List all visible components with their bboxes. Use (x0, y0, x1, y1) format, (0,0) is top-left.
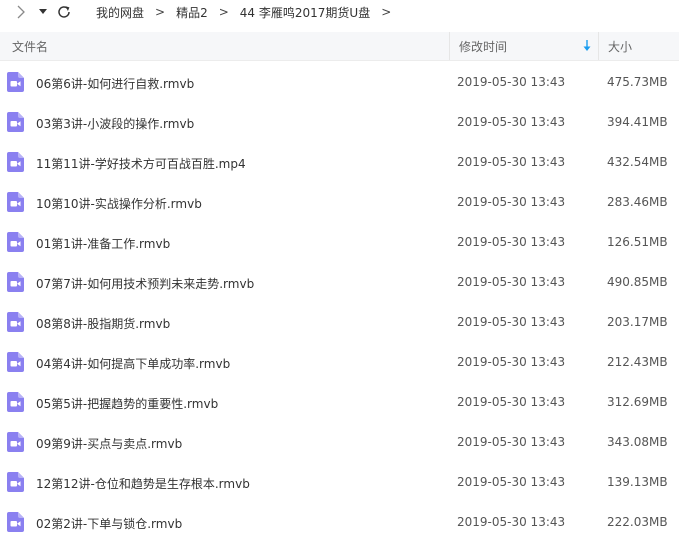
sort-down-arrow-icon[interactable] (582, 39, 592, 53)
breadcrumb-item-jingpin2[interactable]: 精品2 (176, 4, 208, 21)
file-row[interactable]: 12第12讲-仓位和趋势是生存根本.rmvb 2019-05-30 13:43 … (0, 463, 679, 503)
file-size: 343.08MB (607, 435, 668, 449)
toolbar: 我的网盘 > 精品2 > 44 李雁鸣2017期货U盘 > (0, 0, 679, 24)
file-size: 139.13MB (607, 475, 668, 489)
file-row[interactable]: 05第5讲-把握趋势的重要性.rmvb 2019-05-30 13:43 312… (0, 383, 679, 423)
refresh-button[interactable] (56, 3, 72, 21)
file-modified-time: 2019-05-30 13:43 (457, 75, 566, 89)
file-modified-time: 2019-05-30 13:43 (457, 395, 566, 409)
file-modified-time: 2019-05-30 13:43 (457, 275, 566, 289)
file-size: 394.41MB (607, 115, 668, 129)
file-size: 490.85MB (607, 275, 668, 289)
file-size: 312.69MB (607, 395, 668, 409)
file-size: 432.54MB (607, 155, 668, 169)
breadcrumb: 我的网盘 > 精品2 > 44 李雁鸣2017期货U盘 > (96, 4, 402, 20)
file-name[interactable]: 04第4讲-如何提高下单成功率.rmvb (36, 355, 230, 372)
video-file-icon (7, 152, 24, 172)
file-modified-time: 2019-05-30 13:43 (457, 515, 566, 529)
file-list: 06第6讲-如何进行自救.rmvb 2019-05-30 13:43 475.7… (0, 63, 679, 543)
file-size: 126.51MB (607, 235, 668, 249)
file-modified-time: 2019-05-30 13:43 (457, 115, 566, 129)
column-header-size[interactable]: 大小 (598, 32, 679, 60)
file-name[interactable]: 09第9讲-买点与卖点.rmvb (36, 435, 182, 452)
file-row[interactable]: 09第9讲-买点与卖点.rmvb 2019-05-30 13:43 343.08… (0, 423, 679, 463)
file-name[interactable]: 05第5讲-把握趋势的重要性.rmvb (36, 395, 218, 412)
column-header-modified[interactable]: 修改时间 (449, 32, 598, 60)
video-file-icon (7, 472, 24, 492)
file-row[interactable]: 08第8讲-股指期货.rmvb 2019-05-30 13:43 203.17M… (0, 303, 679, 343)
video-file-icon (7, 352, 24, 372)
file-row[interactable]: 01第1讲-准备工作.rmvb 2019-05-30 13:43 126.51M… (0, 223, 679, 263)
file-size: 203.17MB (607, 315, 668, 329)
file-name[interactable]: 11第11讲-学好技术方可百战百胜.mp4 (36, 155, 246, 172)
caret-down-icon (39, 9, 47, 14)
breadcrumb-separator: > (155, 5, 166, 19)
file-row[interactable]: 10第10讲-实战操作分析.rmvb 2019-05-30 13:43 283.… (0, 183, 679, 223)
file-list-header: 文件名 修改时间 大小 (0, 32, 679, 61)
file-name[interactable]: 03第3讲-小波段的操作.rmvb (36, 115, 194, 132)
file-modified-time: 2019-05-30 13:43 (457, 435, 566, 449)
breadcrumb-separator[interactable]: > (381, 5, 391, 19)
file-row[interactable]: 11第11讲-学好技术方可百战百胜.mp4 2019-05-30 13:43 4… (0, 143, 679, 183)
file-name[interactable]: 08第8讲-股指期货.rmvb (36, 315, 170, 332)
file-row[interactable]: 04第4讲-如何提高下单成功率.rmvb 2019-05-30 13:43 21… (0, 343, 679, 383)
file-name[interactable]: 02第2讲-下单与锁仓.rmvb (36, 515, 182, 532)
column-header-name[interactable]: 文件名 (12, 32, 442, 60)
video-file-icon (7, 192, 24, 212)
file-size: 212.43MB (607, 355, 668, 369)
file-modified-time: 2019-05-30 13:43 (457, 475, 566, 489)
file-name[interactable]: 06第6讲-如何进行自救.rmvb (36, 75, 194, 92)
file-name[interactable]: 01第1讲-准备工作.rmvb (36, 235, 170, 252)
forward-button[interactable] (14, 4, 28, 20)
file-row[interactable]: 07第7讲-如何用技术预判未来走势.rmvb 2019-05-30 13:43 … (0, 263, 679, 303)
file-name[interactable]: 12第12讲-仓位和趋势是生存根本.rmvb (36, 475, 250, 492)
file-row[interactable]: 02第2讲-下单与锁仓.rmvb 2019-05-30 13:43 222.03… (0, 503, 679, 543)
video-file-icon (7, 432, 24, 452)
history-dropdown-button[interactable] (38, 6, 48, 18)
file-modified-time: 2019-05-30 13:43 (457, 355, 566, 369)
file-size: 475.73MB (607, 75, 668, 89)
chevron-right-icon (17, 5, 25, 19)
file-modified-time: 2019-05-30 13:43 (457, 235, 566, 249)
file-modified-time: 2019-05-30 13:43 (457, 195, 566, 209)
refresh-icon (58, 6, 70, 18)
video-file-icon (7, 392, 24, 412)
file-modified-time: 2019-05-30 13:43 (457, 155, 566, 169)
file-name[interactable]: 07第7讲-如何用技术预判未来走势.rmvb (36, 275, 254, 292)
video-file-icon (7, 312, 24, 332)
file-name[interactable]: 10第10讲-实战操作分析.rmvb (36, 195, 202, 212)
breadcrumb-item-current-folder[interactable]: 44 李雁鸣2017期货U盘 (240, 4, 370, 21)
video-file-icon (7, 112, 24, 132)
video-file-icon (7, 512, 24, 532)
breadcrumb-item-my-disk[interactable]: 我的网盘 (96, 4, 144, 21)
video-file-icon (7, 272, 24, 292)
file-size: 222.03MB (607, 515, 668, 529)
file-modified-time: 2019-05-30 13:43 (457, 315, 566, 329)
file-row[interactable]: 03第3讲-小波段的操作.rmvb 2019-05-30 13:43 394.4… (0, 103, 679, 143)
file-row[interactable]: 06第6讲-如何进行自救.rmvb 2019-05-30 13:43 475.7… (0, 63, 679, 103)
video-file-icon (7, 232, 24, 252)
file-size: 283.46MB (607, 195, 668, 209)
video-file-icon (7, 72, 24, 92)
breadcrumb-separator: > (218, 5, 229, 19)
